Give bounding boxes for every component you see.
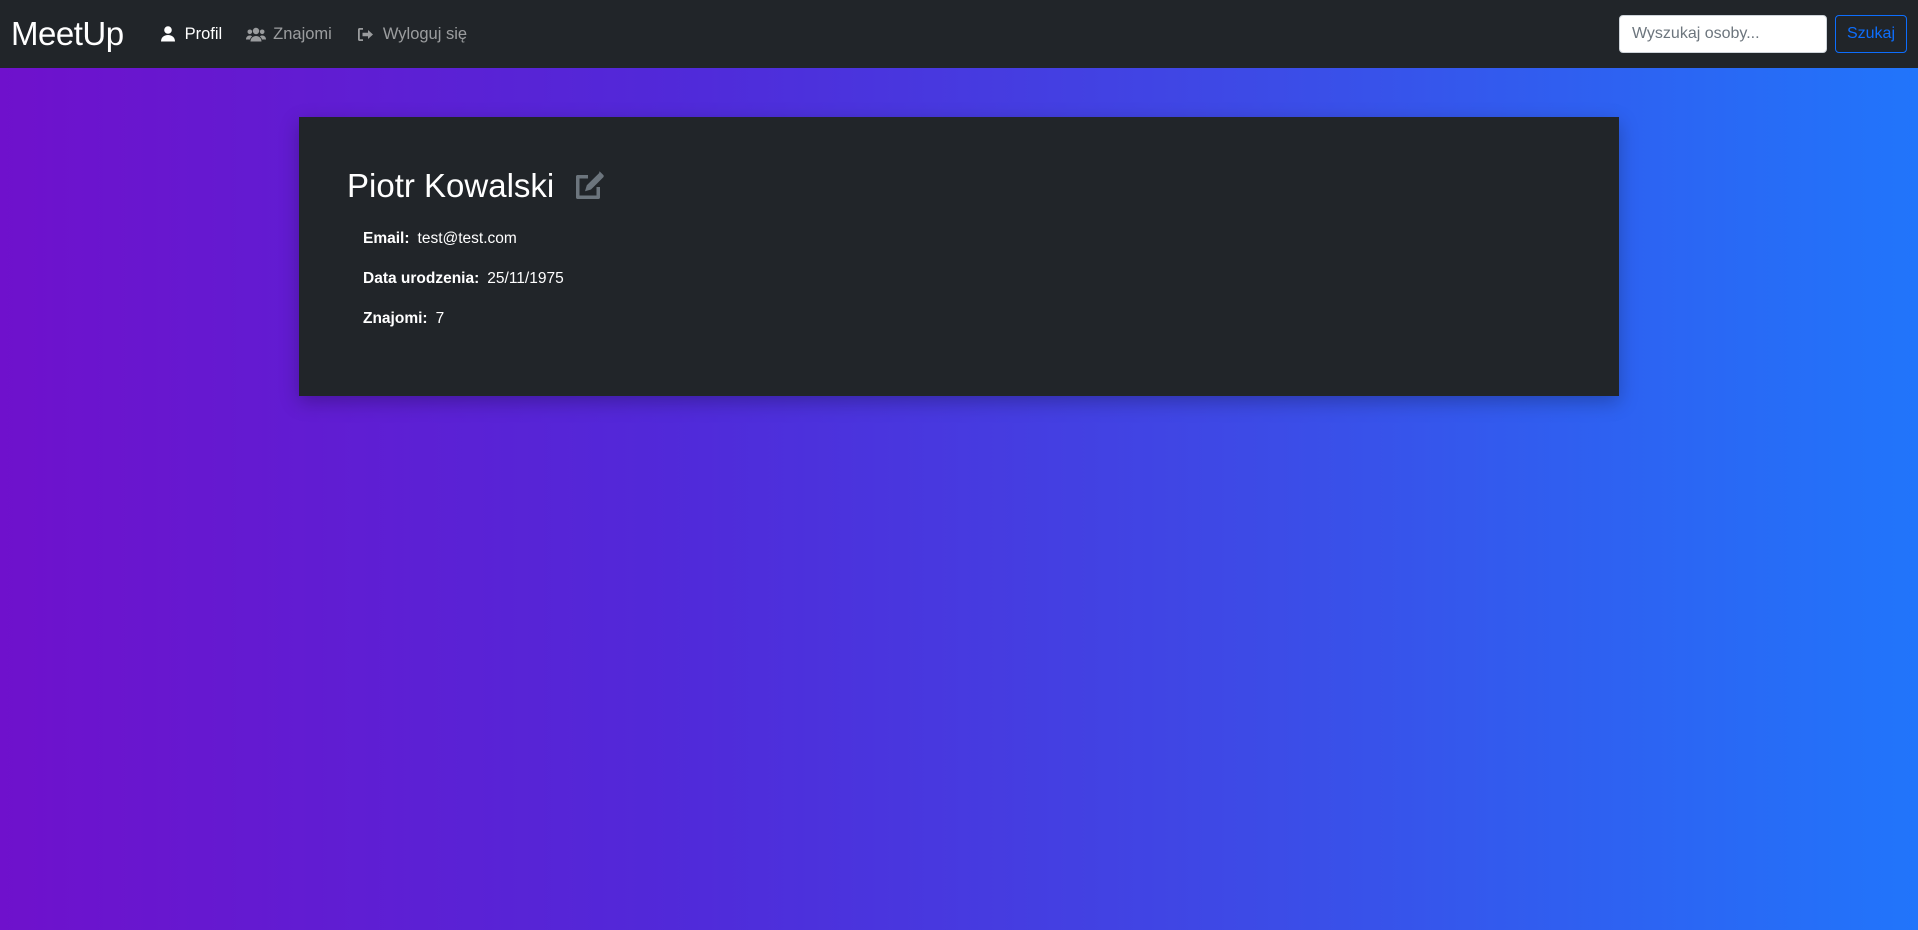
detail-label: Znajomi: bbox=[363, 310, 428, 327]
profile-details: Email: test@test.com Data urodzenia: 25/… bbox=[347, 219, 1571, 339]
profile-header: Piotr Kowalski bbox=[347, 165, 1571, 205]
nav-link-profil[interactable]: Profil bbox=[146, 14, 235, 54]
detail-friends-count: Znajomi: 7 bbox=[363, 299, 1571, 339]
top-navbar: MeetUp Profil Znajomi Wyloguj się Szukaj bbox=[0, 0, 1918, 68]
nav-links: Profil Znajomi Wyloguj się bbox=[146, 14, 480, 54]
profile-card: Piotr Kowalski Email: test@test.com Data… bbox=[299, 117, 1619, 396]
nav-link-label: Wyloguj się bbox=[382, 24, 468, 43]
detail-label: Email: bbox=[363, 230, 410, 247]
detail-birthdate: Data urodzenia: 25/11/1975 bbox=[363, 259, 1571, 299]
search-form: Szukaj bbox=[1618, 15, 1907, 53]
nav-link-label: Profil bbox=[184, 24, 223, 43]
nav-link-label: Znajomi bbox=[273, 24, 332, 43]
edit-icon[interactable] bbox=[572, 169, 606, 201]
nav-link-wyloguj[interactable]: Wyloguj się bbox=[344, 14, 479, 54]
profile-name: Piotr Kowalski bbox=[347, 166, 555, 204]
detail-value: test@test.com bbox=[417, 230, 517, 247]
nav-link-znajomi[interactable]: Znajomi bbox=[234, 14, 344, 54]
detail-email: Email: test@test.com bbox=[363, 219, 1571, 259]
search-button[interactable]: Szukaj bbox=[1834, 15, 1907, 53]
detail-label: Data urodzenia: bbox=[363, 270, 480, 287]
brand-logo[interactable]: MeetUp bbox=[11, 17, 124, 50]
users-icon bbox=[246, 27, 267, 42]
sign-out-icon bbox=[356, 27, 376, 42]
search-input[interactable] bbox=[1618, 15, 1827, 53]
detail-value: 7 bbox=[435, 310, 445, 327]
detail-value: 25/11/1975 bbox=[487, 270, 564, 287]
user-icon bbox=[158, 26, 178, 42]
